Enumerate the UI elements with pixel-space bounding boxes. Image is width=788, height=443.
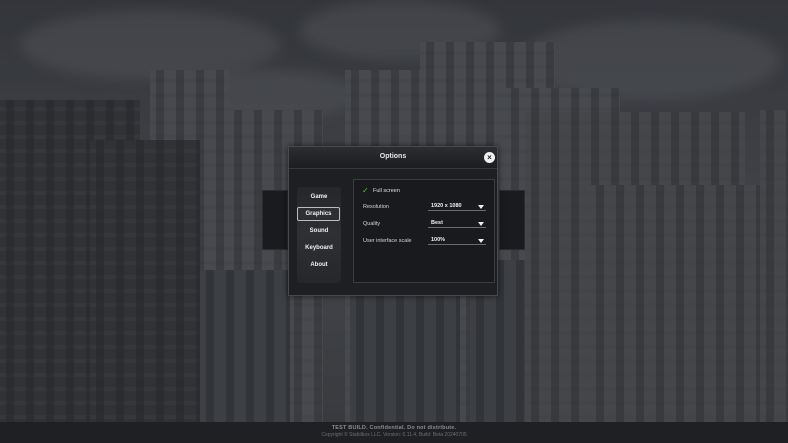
close-button[interactable]: × xyxy=(484,152,495,163)
tab-graphics[interactable]: Graphics xyxy=(297,207,340,221)
build-warning: TEST BUILD. Confidential. Do not distrib… xyxy=(331,425,457,431)
dialog-title: Options xyxy=(379,153,407,160)
options-nav: Game Graphics Sound Keyboard About xyxy=(297,187,341,283)
resolution-label: Resolution xyxy=(363,204,389,210)
fullscreen-label: Full screen xyxy=(373,188,400,194)
resolution-value: 1920 x 1080 xyxy=(431,203,462,209)
ui-scale-dropdown[interactable]: 100% xyxy=(428,236,486,245)
close-icon: × xyxy=(487,153,492,162)
ui-scale-value: 100% xyxy=(431,237,446,243)
ui-scale-label: User interface scale xyxy=(363,238,412,244)
chevron-down-icon xyxy=(478,239,484,243)
chevron-down-icon xyxy=(478,222,484,226)
tab-about[interactable]: About xyxy=(297,258,341,272)
resolution-dropdown[interactable]: 1920 x 1080 xyxy=(428,202,486,211)
dialog-left-plate xyxy=(262,190,288,250)
quality-dropdown[interactable]: Best xyxy=(428,219,486,228)
copyright-text: Copyright © Stabilbox LLC. Version: 0.11… xyxy=(321,432,467,438)
chevron-down-icon xyxy=(478,205,484,209)
build-info-footer: TEST BUILD. Confidential. Do not distrib… xyxy=(0,422,788,443)
tab-keyboard[interactable]: Keyboard xyxy=(297,241,341,255)
graphics-settings-panel: ✓ Full screen Resolution 1920 x 1080 Qua… xyxy=(353,179,495,283)
options-dialog: Options × Game Graphics Sound Keyboard A… xyxy=(288,146,498,296)
checkmark-icon: ✓ xyxy=(362,186,369,195)
tab-sound[interactable]: Sound xyxy=(297,224,341,238)
dialog-titlebar: Options × xyxy=(289,147,497,169)
fullscreen-checkbox[interactable]: ✓ xyxy=(362,187,370,195)
quality-value: Best xyxy=(431,220,443,226)
tab-game[interactable]: Game xyxy=(297,190,341,204)
quality-label: Quality xyxy=(363,221,381,227)
dialog-right-plate xyxy=(499,190,525,250)
